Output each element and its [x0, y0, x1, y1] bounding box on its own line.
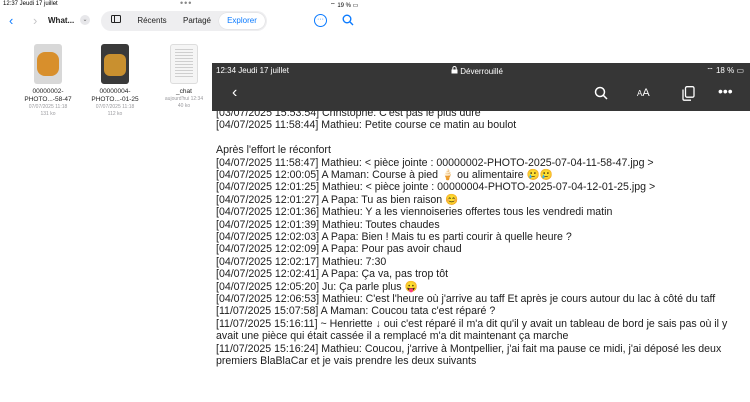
reader-window: 12:34 Jeudi 17 juillet Déverrouillé ⌔ 18…: [212, 63, 750, 402]
files-status-right: ⌔ 19 % ▭: [330, 1, 358, 9]
chat-line: [04/07/2025 12:02:09] A Papa: Pour pas a…: [216, 243, 462, 256]
chevron-left-icon[interactable]: ‹: [232, 84, 237, 102]
reader-status-time: 12:34 Jeudi 17 juillet: [216, 66, 289, 75]
chat-line: [04/07/2025 12:05:20] Ju: Ça parle plus …: [216, 280, 418, 293]
files-segmented-control: Récents Partagé Explorer: [101, 11, 267, 31]
chat-line: [04/07/2025 12:02:03] A Papa: Bien ! Mai…: [216, 231, 572, 244]
file-date: 07/07/2025 11:18: [95, 104, 135, 110]
file-size: 131 ko: [40, 111, 56, 117]
chat-line: [11/07/2025 15:16:24] Mathieu: Coucou, j…: [216, 342, 722, 368]
chat-line: [04/07/2025 12:01:36] Mathieu: Y a les v…: [216, 206, 613, 219]
chat-line: [04/07/2025 12:01:39] Mathieu: Toutes ch…: [216, 218, 440, 231]
chat-line: [11/07/2025 15:07:58] A Maman: Coucou ta…: [216, 305, 496, 318]
wifi-icon: ⌔: [330, 3, 336, 9]
file-thumbnail: [101, 44, 129, 84]
file-date: 07/07/2025 11:18: [28, 104, 68, 110]
location-title[interactable]: What...: [48, 16, 74, 25]
chat-line: [03/07/2025 15:53:54] Christophe: C'est …: [216, 111, 481, 119]
copy-icon[interactable]: [682, 86, 695, 106]
file-item[interactable]: 00000002- PHOTO...-58-47 07/07/2025 11:1…: [18, 44, 78, 118]
file-thumbnail: [34, 44, 62, 84]
file-item[interactable]: _chat aujourd'hui 12:34 40 ko: [154, 44, 214, 110]
file-item[interactable]: 00000004- PHOTO...-01-25 07/07/2025 11:1…: [85, 44, 145, 118]
sidebar-toggle-icon[interactable]: [109, 11, 123, 31]
chat-line: [04/07/2025 12:01:27] A Papa: Tu as bien…: [216, 193, 459, 206]
sidebar-icon: [111, 15, 121, 23]
rotation-lock[interactable]: Déverrouillé: [451, 66, 503, 76]
reader-status-bar: 12:34 Jeudi 17 juillet Déverrouillé ⌔ 18…: [212, 63, 750, 78]
search-icon[interactable]: [342, 13, 354, 31]
file-thumbnail: [170, 44, 198, 84]
reader-battery-percent: 18 %: [715, 66, 735, 75]
chat-line: [04/07/2025 12:02:41] A Papa: Ça va, pas…: [216, 268, 449, 281]
battery-icon: ▭: [736, 66, 744, 75]
reader-status-right: ⌔ 18 % ▭: [706, 66, 744, 76]
wifi-icon: ⌔: [706, 66, 714, 75]
chevron-down-icon[interactable]: ⌄: [80, 15, 90, 25]
chat-line: [04/07/2025 11:58:47] Mathieu: < pièce j…: [216, 156, 654, 169]
reader-toolbar: ‹ AA •••: [212, 78, 750, 111]
screen: { "files_app": { "status": { "time_date"…: [0, 0, 750, 402]
tab-recents[interactable]: Récents: [131, 11, 173, 31]
tab-explorer[interactable]: Explorer: [219, 13, 265, 29]
search-icon[interactable]: [594, 86, 608, 105]
chevron-right-icon[interactable]: ›: [33, 13, 37, 28]
multitask-dots[interactable]: •••: [180, 0, 192, 8]
lock-label: Déverrouillé: [460, 67, 503, 76]
chat-line: [04/07/2025 12:02:17] Mathieu: 7:30: [216, 255, 387, 268]
chat-text-content[interactable]: [03/07/2025 15:53:54] Christophe: C'est …: [216, 111, 746, 402]
chat-text: [03/07/2025 15:53:54] Christophe: C'est …: [216, 111, 746, 368]
chevron-left-icon[interactable]: ‹: [9, 13, 13, 28]
chat-line: [04/07/2025 12:06:53] Mathieu: C'est l'h…: [216, 293, 716, 306]
more-options-icon[interactable]: ···: [314, 14, 327, 27]
battery-icon: ▭: [352, 3, 359, 9]
chat-line: [04/07/2025 11:58:44] Mathieu: Petite co…: [216, 119, 517, 132]
file-size: 40 ko: [177, 103, 191, 109]
chat-line: [04/07/2025 12:00:05] A Maman: Course à …: [216, 169, 553, 182]
chat-line: [11/07/2025 15:16:11] ~ Henriette ↓ oui …: [216, 317, 728, 343]
files-status-time: 12:37 Jeudi 17 juillet: [3, 1, 58, 7]
file-name: 00000004- PHOTO...-01-25: [91, 88, 139, 103]
more-options-icon[interactable]: •••: [718, 83, 733, 99]
files-battery-percent: 19 %: [337, 3, 351, 9]
file-name: 00000002- PHOTO...-58-47: [24, 88, 72, 103]
tab-partage[interactable]: Partagé: [177, 11, 217, 31]
file-size: 112 ko: [107, 111, 123, 117]
chat-line: [04/07/2025 12:01:25] Mathieu: < pièce j…: [216, 181, 656, 194]
text-size-icon[interactable]: AA: [637, 87, 650, 99]
file-name: _chat: [176, 88, 192, 95]
chat-blank-line: [216, 132, 746, 144]
file-date: aujourd'hui 12:34: [164, 96, 204, 102]
files-toolbar: ‹ › What... ⌄ Récents Partagé Explorer ·…: [0, 11, 370, 33]
chat-line: Après l'effort le réconfort: [216, 144, 331, 157]
lock-icon: [451, 66, 458, 74]
files-status-bar: 12:37 Jeudi 17 juillet ••• ⌔ 19 % ▭: [0, 0, 370, 10]
